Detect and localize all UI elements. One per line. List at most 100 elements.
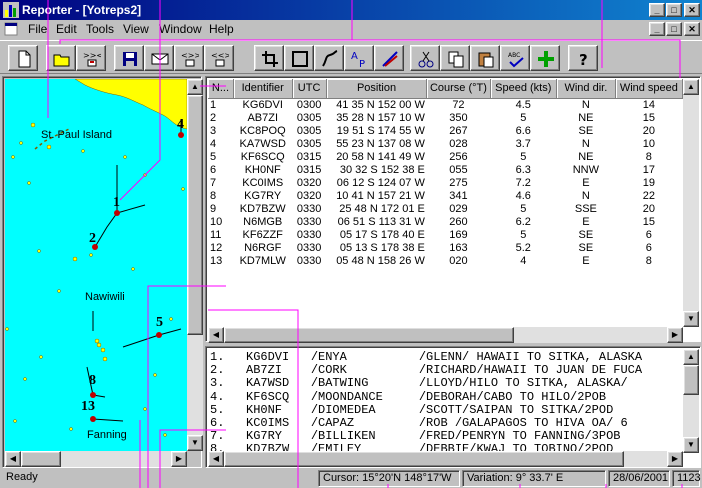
- chart-map[interactable]: St. Paul Island Nawiwili Fanning 1 2 4 5…: [5, 79, 187, 451]
- table-row[interactable]: 1 KG6DVI 0300 41 35 N 152 00 W 72 4.5 N 14: [208, 98, 683, 112]
- document-icon[interactable]: [4, 22, 18, 36]
- map-marker-8[interactable]: 8: [89, 373, 96, 389]
- table-row[interactable]: 6 KH0NF 0315 30 32 S 152 38 E 055 6.3 NNW 17: [208, 164, 683, 177]
- table-cell: KA7WSD: [239, 137, 286, 150]
- table-cell: KC8POQ: [239, 124, 286, 137]
- line-edit-button[interactable]: [374, 45, 404, 71]
- menu-tools[interactable]: Tools: [86, 22, 114, 36]
- table-vertical-scrollbar[interactable]: ▲ ▼: [683, 79, 699, 327]
- list-item[interactable]: 4. KF6SCQ /MOONDANCE /DEBORAH/CABO TO HI…: [210, 390, 680, 404]
- column-header[interactable]: UTC: [292, 79, 327, 99]
- help-button[interactable]: ?: [568, 45, 598, 71]
- send-button[interactable]: <>>: [174, 45, 204, 71]
- scroll-right-icon[interactable]: ▶: [171, 451, 187, 467]
- scroll-left-icon[interactable]: ◀: [208, 327, 224, 343]
- scroll-left-icon[interactable]: ◀: [5, 451, 21, 467]
- table-cell: 267: [449, 124, 468, 137]
- spellcheck-button[interactable]: ABC: [500, 45, 530, 71]
- scroll-right-icon[interactable]: ▶: [667, 451, 683, 467]
- scroll-thumb[interactable]: [224, 451, 624, 467]
- table-row[interactable]: 4 KA7WSD 0305 55 23 N 137 08 W 028 3.7 N 10: [208, 138, 683, 151]
- scroll-thumb[interactable]: [187, 95, 203, 335]
- table-cell: N: [581, 98, 590, 111]
- new-button[interactable]: [8, 45, 38, 71]
- map-horizontal-scrollbar[interactable]: ◀ ▶: [5, 451, 187, 467]
- mdi-minimize-button[interactable]: _: [649, 22, 665, 36]
- reports-list[interactable]: 1. KG6DVI /ENYA /GLENN/ HAWAII TO SITKA,…: [210, 351, 680, 451]
- map-marker-5[interactable]: 5: [156, 315, 163, 331]
- map-vertical-scrollbar[interactable]: ▲ ▼: [187, 79, 203, 451]
- reports-horizontal-scrollbar[interactable]: ◀ ▶: [208, 451, 683, 467]
- menu-help[interactable]: Help: [209, 22, 234, 36]
- status-bar: Ready Cursor: 15°20'N 148°17'W Variation…: [0, 468, 702, 488]
- map-marker-2[interactable]: 2: [89, 231, 96, 247]
- scroll-thumb[interactable]: [21, 451, 61, 467]
- reports-vertical-scrollbar[interactable]: ▲ ▼: [683, 349, 699, 453]
- save-button[interactable]: [114, 45, 144, 71]
- annotate-button[interactable]: AP: [344, 45, 374, 71]
- frame-button[interactable]: [284, 45, 314, 71]
- positions-grid[interactable]: N... Identifier UTC Position Course (°T) Spee…: [208, 79, 683, 327]
- add-button[interactable]: [530, 45, 560, 71]
- receive-button[interactable]: <<>: [204, 45, 234, 71]
- table-row[interactable]: 2 AB7ZI 0305 35 28 N 157 10 W 350 5 NE 15: [208, 112, 683, 125]
- svg-text:<<>: <<>: [211, 51, 229, 60]
- menu-view[interactable]: View: [123, 22, 149, 36]
- route-button[interactable]: [314, 45, 344, 71]
- scroll-thumb[interactable]: [224, 327, 514, 343]
- table-cell: 10: [642, 137, 655, 150]
- column-header[interactable]: Speed (kts): [490, 79, 558, 99]
- maximize-window-button[interactable]: □: [666, 3, 682, 17]
- import-button[interactable]: >><: [76, 45, 106, 71]
- column-header[interactable]: N...: [208, 79, 234, 99]
- paste-button[interactable]: [470, 45, 500, 71]
- column-header[interactable]: Identifier: [233, 79, 293, 99]
- table-row[interactable]: 3 KC8POQ 0305 19 51 S 174 55 W 267 6.6 SE 20: [208, 125, 683, 138]
- table-row[interactable]: 7 KC0IMS 0320 06 12 S 124 07 W 275 7.2 E 19: [208, 177, 683, 190]
- table-row[interactable]: 11 KF6ZZF 0330 05 17 S 178 40 E 169 5 SE 6: [208, 229, 683, 242]
- scroll-down-icon[interactable]: ▼: [683, 437, 699, 453]
- table-row[interactable]: 10 N6MGB 0330 06 51 S 113 31 W 260 6.2 E 15: [208, 216, 683, 229]
- table-row[interactable]: 9 KD7BZW 0330 25 48 N 172 01 E 029 5 SSE 20: [208, 203, 683, 216]
- column-header[interactable]: Wind dir.: [556, 79, 616, 99]
- table-cell: 341: [449, 189, 468, 202]
- table-horizontal-scrollbar[interactable]: ◀ ▶: [208, 327, 683, 343]
- map-marker-13[interactable]: 13: [81, 399, 95, 415]
- map-marker-1[interactable]: 1: [113, 195, 120, 211]
- table-cell: 7: [210, 176, 217, 189]
- cut-button[interactable]: [410, 45, 440, 71]
- mdi-restore-button[interactable]: □: [666, 22, 682, 36]
- mail-button[interactable]: [144, 45, 174, 71]
- list-item[interactable]: 5. KH0NF /DIOMEDEA /SCOTT/SAIPAN TO SITK…: [210, 403, 680, 417]
- scroll-up-icon[interactable]: ▲: [683, 349, 699, 365]
- list-item[interactable]: 3. KA7WSD /BATWING /LLOYD/HILO TO SITKA,…: [210, 377, 680, 390]
- menu-window[interactable]: Window: [159, 22, 202, 36]
- table-row[interactable]: 8 KG7RY 0320 10 41 N 157 21 W 341 4.6 N 22: [208, 190, 683, 203]
- close-window-button[interactable]: ✕: [684, 3, 700, 17]
- minimize-window-button[interactable]: _: [649, 3, 665, 17]
- scroll-thumb[interactable]: [683, 365, 699, 395]
- menu-edit[interactable]: Edit: [56, 22, 77, 36]
- column-header[interactable]: Wind speed: [615, 79, 683, 99]
- crop-button[interactable]: [254, 45, 284, 71]
- column-header[interactable]: Position: [326, 79, 428, 99]
- table-row[interactable]: 12 N6RGF 0330 05 13 S 178 38 E 163 5.2 SE 6: [208, 242, 683, 255]
- scroll-up-icon[interactable]: ▲: [683, 79, 699, 95]
- table-row[interactable]: 13 KD7MLW 0330 05 48 N 158 26 W 020 4 E 8: [208, 255, 683, 268]
- copy-button[interactable]: [440, 45, 470, 71]
- open-button[interactable]: [46, 45, 76, 71]
- scroll-left-icon[interactable]: ◀: [208, 451, 224, 467]
- mdi-close-button[interactable]: ✕: [684, 22, 700, 36]
- column-header[interactable]: Course (°T): [426, 79, 491, 99]
- list-item[interactable]: 8. KD7BZW /EMILEY /DEBBIE/KWAJ TO TOBINO…: [210, 443, 680, 451]
- table-row[interactable]: 5 KF6SCQ 0315 20 58 N 141 49 W 256 5 NE 8: [208, 151, 683, 164]
- scroll-down-icon[interactable]: ▼: [187, 435, 203, 451]
- scroll-down-icon[interactable]: ▼: [683, 311, 699, 327]
- table-cell: 4: [520, 254, 527, 267]
- scroll-right-icon[interactable]: ▶: [667, 327, 683, 343]
- scroll-up-icon[interactable]: ▲: [187, 79, 203, 95]
- table-cell: 0315: [296, 150, 322, 163]
- map-marker-4[interactable]: 4: [177, 117, 184, 133]
- table-cell: 19: [642, 176, 655, 189]
- menu-file[interactable]: File: [28, 22, 47, 36]
